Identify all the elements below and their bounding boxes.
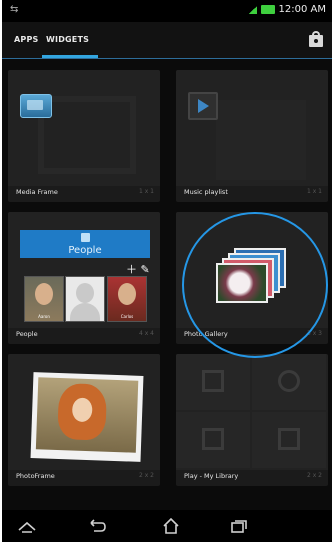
shopping-bag-icon[interactable] (308, 31, 324, 47)
book-icon (202, 370, 224, 392)
contact-name: Aaron (38, 314, 50, 319)
playlist-preview-graphic (216, 100, 306, 180)
contact-photo: Carlos (107, 276, 147, 322)
tab-widgets[interactable]: WIDGETS (46, 35, 89, 44)
widget-preview (8, 70, 160, 186)
navigation-bar (2, 510, 332, 542)
widget-preview: People ＋ ✎ Aaron Antonio Carlos (8, 212, 160, 328)
tab-apps[interactable]: APPS (14, 35, 38, 44)
widget-name: Media Frame (16, 188, 58, 196)
play-icon (188, 92, 218, 120)
library-magazines-tile (176, 412, 250, 468)
widget-size: 4 x 4 (139, 330, 154, 337)
status-icons: 12:00 AM (248, 4, 326, 15)
status-time: 12:00 AM (278, 4, 326, 15)
film-icon (278, 428, 300, 450)
widget-size: 1 x 1 (139, 188, 154, 195)
status-bar: ⇆ 12:00 AM (2, 0, 332, 22)
recent-apps-icon[interactable] (230, 518, 248, 534)
notification-icon: ⇆ (10, 4, 19, 15)
widget-preview (8, 354, 160, 470)
dog-photo (30, 372, 144, 462)
widget-preview (176, 354, 328, 470)
library-movies-tile (252, 412, 326, 468)
contact-name: Carlos (120, 314, 134, 319)
headphones-icon (278, 370, 300, 392)
frame-preview-graphic (38, 96, 136, 174)
widget-photoframe[interactable]: PhotoFrame 2 x 2 (8, 354, 160, 486)
widget-music-playlist[interactable]: Music playlist 1 x 1 (176, 70, 328, 202)
tab-selected-indicator (42, 55, 98, 58)
widget-people[interactable]: People ＋ ✎ Aaron Antonio Carlos People 4… (8, 212, 160, 344)
media-frame-icon (20, 94, 52, 118)
widget-play-my-library[interactable]: Play - My Library 2 x 2 (176, 354, 328, 486)
add-edit-icons: ＋ ✎ (126, 263, 150, 276)
people-banner: People (20, 230, 150, 258)
phone-screen: ⇆ 12:00 AM APPS WIDGETS Media Frame 1 x … (2, 0, 332, 542)
home-chevron-icon[interactable] (18, 518, 36, 534)
library-books-tile (176, 354, 250, 410)
widget-name: Play - My Library (184, 472, 239, 480)
battery-icon (260, 5, 275, 14)
contact-photo: Aaron (24, 276, 64, 322)
widget-name: Music playlist (184, 188, 228, 196)
widget-name: PhotoFrame (16, 472, 55, 480)
library-music-tile (252, 354, 326, 410)
widget-preview (176, 70, 328, 186)
contact-photo: Antonio (65, 276, 105, 322)
contacts-icon (81, 233, 90, 242)
widget-size: 2 x 2 (307, 472, 322, 479)
widget-size: 1 x 1 (307, 188, 322, 195)
signal-icon (248, 5, 257, 14)
screenshot-frame: ⇆ 12:00 AM APPS WIDGETS Media Frame 1 x … (0, 0, 334, 542)
widget-media-frame[interactable]: Media Frame 1 x 1 (8, 70, 160, 202)
magazine-icon (202, 428, 224, 450)
widget-size: 2 x 2 (139, 472, 154, 479)
back-icon[interactable] (88, 518, 106, 534)
home-icon[interactable] (162, 518, 180, 534)
tab-bar: APPS WIDGETS (2, 22, 332, 59)
highlight-circle (182, 212, 328, 358)
widget-name: People (16, 330, 38, 338)
people-banner-title: People (68, 245, 102, 256)
contact-name: Antonio (77, 314, 93, 319)
